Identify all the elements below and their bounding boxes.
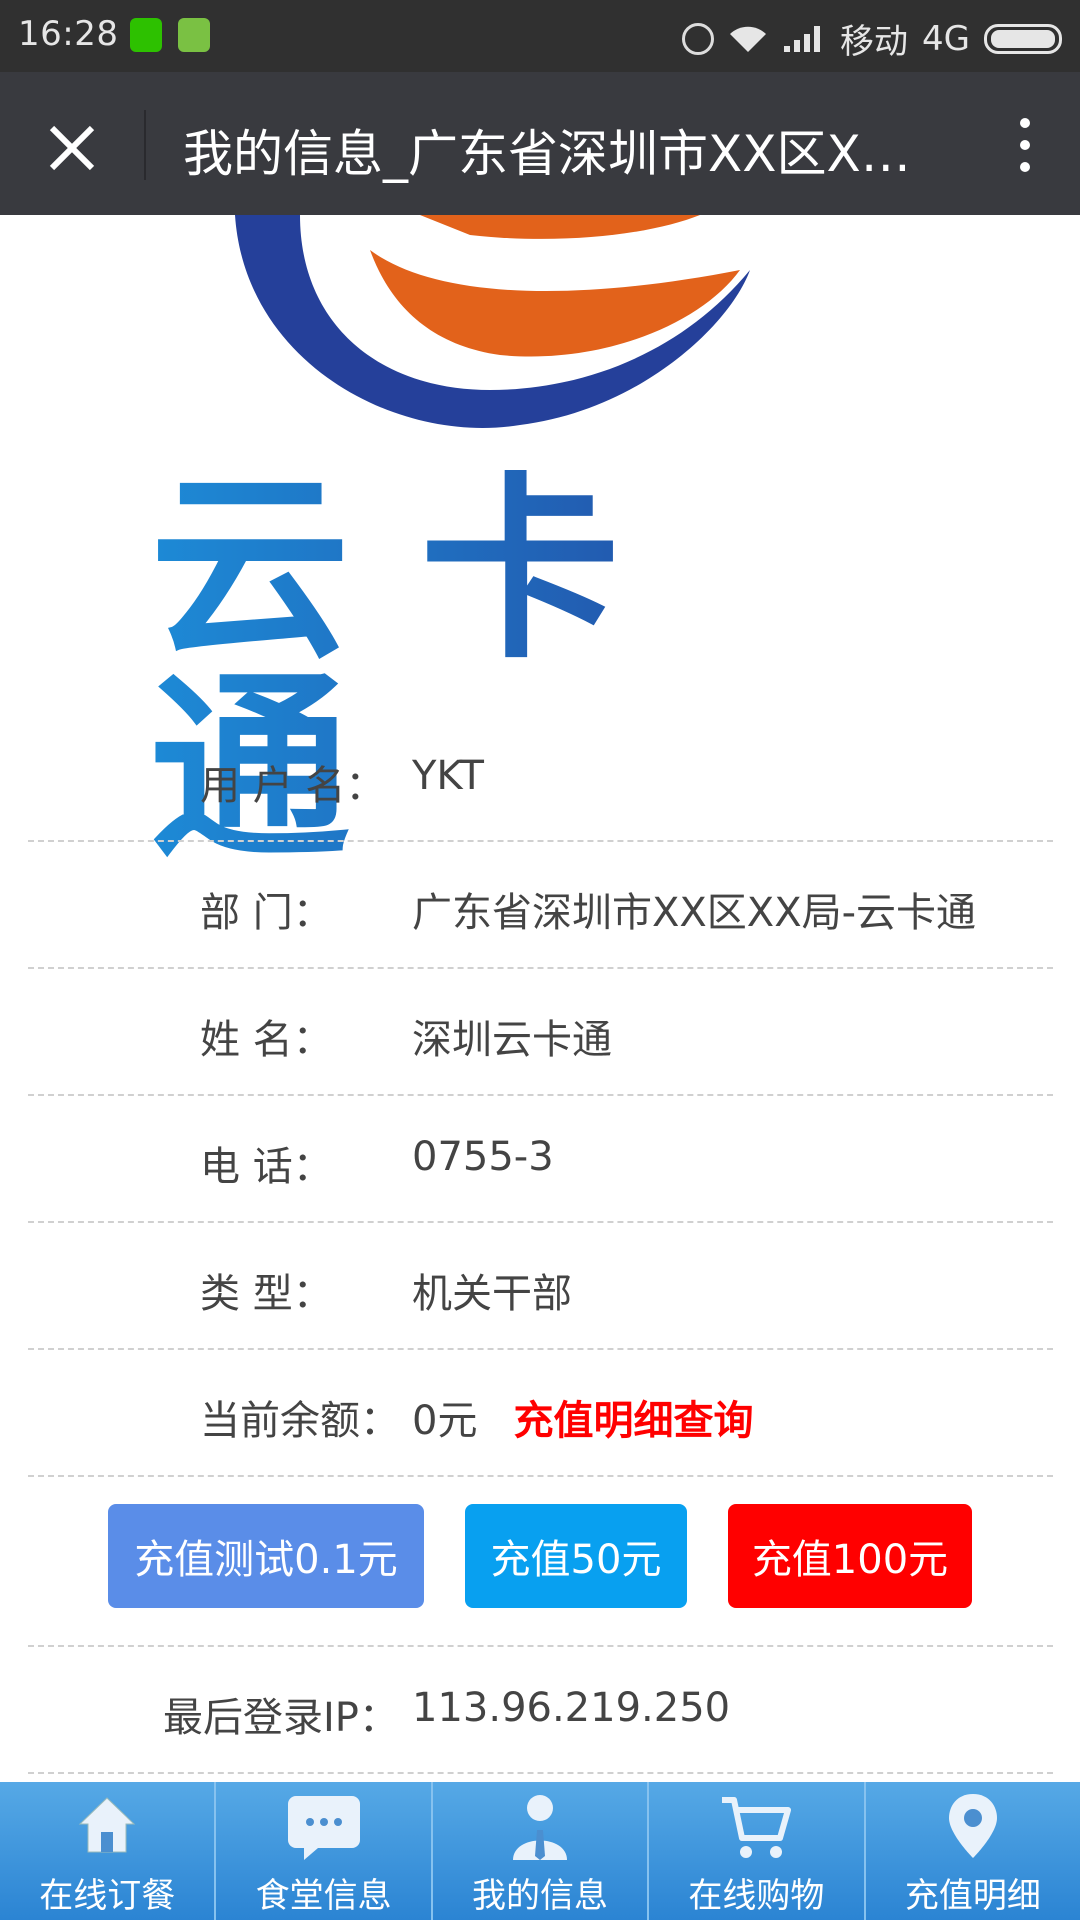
battery-icon	[984, 23, 1062, 54]
recharge-100-button[interactable]: 充值100元	[728, 1504, 972, 1608]
nav-item-online-shopping[interactable]: 在线购物	[647, 1782, 863, 1920]
page-title: 我的信息_广东省深圳市XX区XX局-云卡通	[183, 125, 913, 183]
status-time: 16:28	[18, 14, 119, 54]
name-value: 深圳云卡通	[412, 1017, 612, 1063]
recharge-test-button[interactable]: 充值测试0.1元	[108, 1504, 424, 1608]
nav-label: 在线订餐	[39, 1876, 176, 1916]
more-vertical-icon[interactable]	[1010, 112, 1040, 182]
recharge-50-button[interactable]: 充值50元	[465, 1504, 687, 1608]
bottom-nav: 在线订餐 食堂信息 我的信息 在线购物 充值明细	[0, 1782, 1080, 1920]
title-bar: 我的信息_广东省深圳市XX区XX局-云卡通	[0, 72, 1080, 215]
nav-item-canteen-info[interactable]: 食堂信息	[214, 1782, 430, 1920]
last-ip-value: 113.96.219.250	[412, 1685, 731, 1731]
nav-item-online-order[interactable]: 在线订餐	[0, 1782, 214, 1920]
signal-icon	[784, 25, 821, 52]
logo-swoosh-icon	[235, 215, 750, 429]
balance-value-group: 0元 充值明细查询	[412, 1388, 753, 1446]
user-icon	[513, 1795, 568, 1860]
department-value: 广东省深圳市XX区XX局-云卡通	[412, 890, 977, 936]
alarm-icon	[682, 22, 715, 55]
recharge-button-row: 充值测试0.1元 充值50元 充值100元	[28, 1477, 1053, 1647]
status-bar: 16:28 移动 4G	[0, 0, 1080, 72]
phone-label: 电 话：	[200, 1144, 333, 1190]
home-icon	[78, 1797, 136, 1853]
nav-item-recharge-detail[interactable]: 充值明细	[863, 1782, 1080, 1920]
name-label: 姓 名：	[200, 1017, 333, 1063]
info-row-balance: 当前余额： 0元 充值明细查询	[28, 1350, 1053, 1477]
last-ip-label: 最后登录IP：	[163, 1695, 399, 1741]
balance-value: 0元	[412, 1398, 478, 1444]
chat-bubble-icon	[287, 1796, 360, 1860]
type-label: 类 型：	[200, 1271, 333, 1317]
info-row-username: 用 户 名： YKT	[28, 715, 1053, 842]
wechat-notification-icon	[130, 18, 162, 52]
info-row-phone: 电 话： 0755-3	[28, 1096, 1053, 1223]
department-label: 部 门：	[200, 890, 333, 936]
cart-icon	[722, 1797, 792, 1858]
network-label: 4G	[922, 18, 970, 59]
nav-label: 充值明细	[904, 1876, 1041, 1916]
title-divider	[144, 110, 146, 180]
info-row-name: 姓 名： 深圳云卡通	[28, 969, 1053, 1096]
type-value: 机关干部	[412, 1271, 572, 1317]
user-info-list: 用 户 名： YKT 部 门： 广东省深圳市XX区XX局-云卡通 姓 名： 深圳…	[28, 715, 1053, 1774]
recharge-history-link[interactable]: 充值明细查询	[513, 1398, 753, 1444]
app-notification-icon	[178, 18, 210, 52]
wifi-icon	[730, 26, 767, 52]
balance-label: 当前余额：	[200, 1398, 400, 1444]
info-row-type: 类 型： 机关干部	[28, 1223, 1053, 1350]
username-value: YKT	[412, 753, 484, 799]
info-row-department: 部 门： 广东省深圳市XX区XX局-云卡通	[28, 842, 1053, 969]
phone-value: 0755-3	[412, 1134, 554, 1180]
nav-label: 我的信息	[472, 1876, 609, 1916]
brand-logo: 云卡通	[0, 215, 1080, 870]
close-icon[interactable]	[36, 112, 108, 184]
location-pin-icon	[948, 1794, 997, 1858]
info-row-last-ip: 最后登录IP： 113.96.219.250	[28, 1647, 1053, 1774]
username-label: 用 户 名：	[200, 763, 386, 809]
nav-label: 在线购物	[688, 1876, 825, 1916]
nav-label: 食堂信息	[255, 1876, 392, 1916]
nav-item-my-info[interactable]: 我的信息	[430, 1782, 647, 1920]
carrier-label: 移动	[840, 22, 909, 62]
